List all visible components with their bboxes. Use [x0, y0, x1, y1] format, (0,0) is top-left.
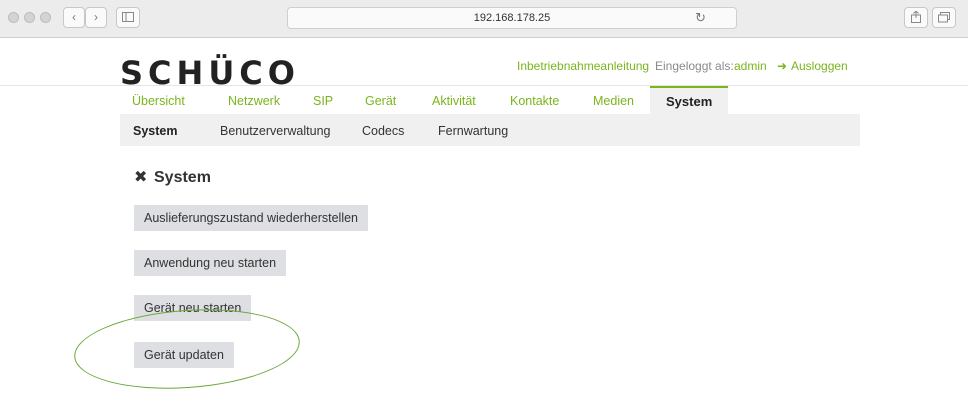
tabs-button[interactable] [932, 7, 956, 28]
logged-in-label: Eingeloggt als: [655, 59, 734, 73]
tab-sip[interactable]: SIP [313, 94, 333, 108]
tab-system[interactable]: System [650, 86, 729, 114]
username: admin [734, 59, 767, 73]
tab-netzwerk[interactable]: Netzwerk [228, 94, 280, 108]
subtab-benutzerverwaltung[interactable]: Benutzerverwaltung [220, 124, 330, 138]
tab-geraet[interactable]: Gerät [365, 94, 396, 108]
tab-aktivitaet[interactable]: Aktivität [432, 94, 476, 108]
zoom-window-button[interactable] [40, 12, 51, 23]
sub-nav: System Benutzerverwaltung Codecs Fernwar… [120, 114, 860, 146]
url-text: 192.168.178.25 [473, 12, 551, 24]
commissioning-guide-link[interactable]: Inbetriebnahmeanleitung [517, 59, 649, 73]
update-device-button[interactable]: Gerät updaten [134, 342, 234, 368]
tab-medien[interactable]: Medien [593, 94, 634, 108]
tabs-icon [938, 12, 950, 23]
address-bar[interactable]: 192.168.178.25 ↻ [287, 7, 737, 29]
page-title: ✖ System [134, 167, 211, 187]
tab-kontakte[interactable]: Kontakte [510, 94, 559, 108]
subtab-codecs[interactable]: Codecs [362, 124, 404, 138]
page-title-text: System [154, 169, 211, 186]
logout-link[interactable]: Ausloggen [791, 59, 848, 73]
sidebar-toggle-button[interactable] [116, 7, 140, 28]
restart-application-button[interactable]: Anwendung neu starten [134, 250, 287, 276]
back-button[interactable]: ‹ [63, 7, 85, 28]
tab-uebersicht[interactable]: Übersicht [132, 94, 185, 108]
share-button[interactable] [904, 7, 928, 28]
close-window-button[interactable] [8, 12, 19, 23]
main-nav: Übersicht Netzwerk SIP Gerät Aktivität K… [120, 86, 860, 114]
restart-device-button[interactable]: Gerät neu starten [134, 295, 252, 321]
subtab-system[interactable]: System [133, 124, 177, 138]
reload-icon[interactable]: ↻ [695, 10, 706, 26]
minimize-window-button[interactable] [24, 12, 35, 23]
share-icon [911, 10, 921, 23]
subtab-fernwartung[interactable]: Fernwartung [438, 124, 508, 138]
forward-button[interactable]: › [85, 7, 107, 28]
browser-toolbar: ‹ › 192.168.178.25 ↻ [0, 0, 968, 38]
logout-icon[interactable]: ➜ [777, 59, 787, 73]
factory-reset-button[interactable]: Auslieferungszustand wiederherstellen [134, 205, 369, 231]
sidebar-icon [122, 12, 134, 22]
tools-icon: ✖ [134, 169, 148, 186]
